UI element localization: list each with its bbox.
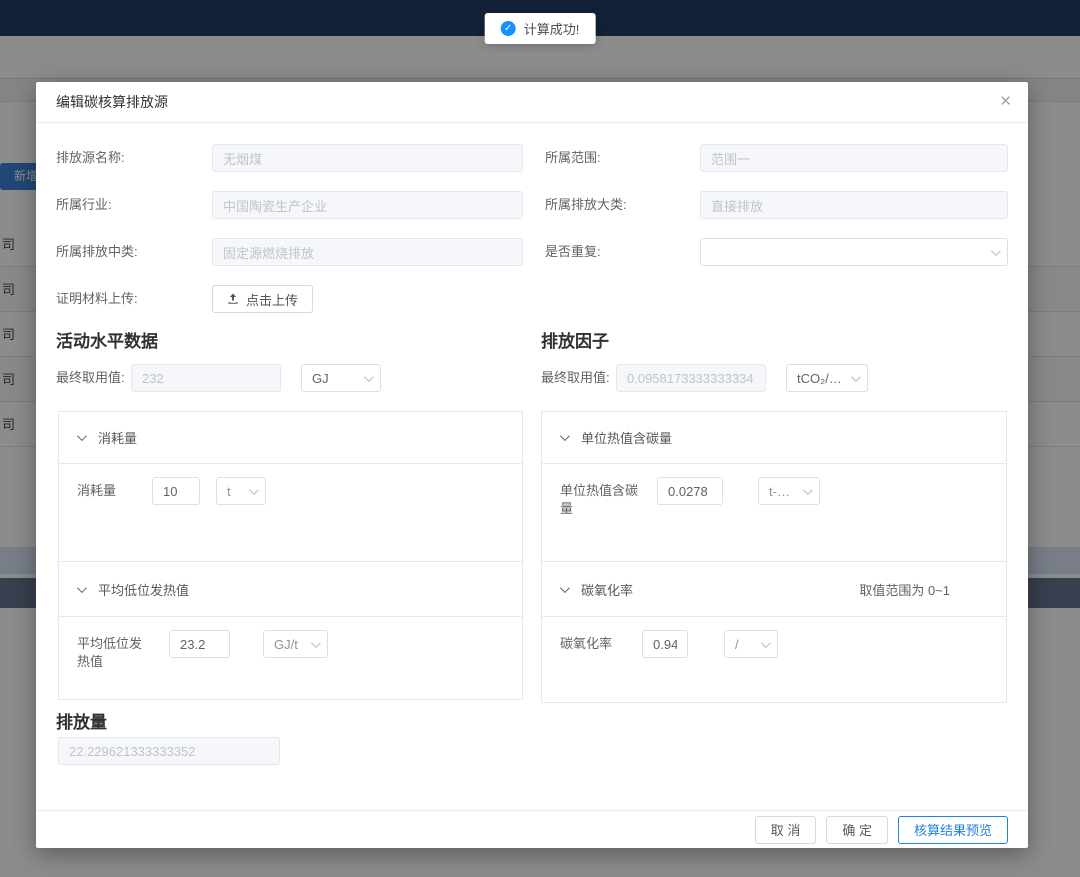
activity-final-unit: GJ	[312, 371, 329, 386]
confirm-button[interactable]: 确 定	[826, 816, 888, 844]
oxidation-rate-input[interactable]	[642, 630, 688, 658]
industry-input	[212, 191, 523, 219]
check-circle-icon: ✓	[501, 21, 516, 36]
consumption-row-label: 消耗量	[77, 477, 147, 500]
upload-label: 证明材料上传:	[56, 285, 138, 313]
chevron-down-icon	[560, 431, 570, 441]
panel-title: 碳氧化率	[581, 580, 633, 599]
major-category-input	[700, 191, 1008, 219]
heating-value-unit-select[interactable]: GJ/t	[263, 630, 328, 658]
panel-header-oxidation-rate[interactable]: 碳氧化率 取值范围为 0~1	[542, 562, 1006, 617]
carbon-content-unit-select[interactable]: t-C/...	[758, 477, 820, 505]
heating-value-unit: GJ/t	[274, 637, 298, 652]
scope-input	[700, 144, 1008, 172]
panel-header-carbon-content[interactable]: 单位热值含碳量	[542, 412, 1006, 464]
factor-collapse: 单位热值含碳量 单位热值含碳量 t-C/... 碳氧化率 取值范围为 0~1 碳…	[541, 411, 1007, 703]
toast-message: 计算成功!	[524, 19, 580, 38]
panel-title: 平均低位发热值	[98, 580, 189, 599]
panel-content-heating-value: 平均低位发热值 GJ/t	[59, 617, 522, 701]
factor-final-unit: tCO₂/GJ	[797, 371, 845, 386]
chevron-down-icon	[77, 583, 87, 593]
header-divider	[36, 122, 1028, 123]
is-duplicate-select[interactable]	[700, 238, 1008, 266]
emission-section-title: 排放量	[56, 708, 107, 733]
close-icon[interactable]: ✕	[999, 82, 1012, 122]
mid-category-input	[212, 238, 523, 266]
heating-value-row-label: 平均低位发热值	[77, 630, 147, 671]
consumption-input[interactable]	[152, 477, 200, 505]
industry-label: 所属行业:	[56, 191, 112, 219]
is-duplicate-label: 是否重复:	[545, 238, 601, 266]
chevron-down-icon	[311, 638, 321, 648]
success-toast: ✓ 计算成功!	[485, 13, 596, 44]
factor-section-title: 排放因子	[541, 327, 609, 352]
source-name-label: 排放源名称:	[56, 144, 125, 172]
emission-result-input	[58, 737, 280, 765]
activity-final-unit-select[interactable]: GJ	[301, 364, 381, 392]
chevron-down-icon	[803, 485, 813, 495]
dialog-title: 编辑碳核算排放源	[56, 82, 168, 122]
factor-final-unit-select[interactable]: tCO₂/GJ	[786, 364, 868, 392]
major-category-label: 所属排放大类:	[545, 191, 627, 219]
upload-button[interactable]: 点击上传	[212, 285, 313, 313]
upload-button-label: 点击上传	[246, 290, 298, 309]
activity-section-title: 活动水平数据	[56, 327, 158, 352]
consumption-unit: t	[227, 484, 231, 499]
edit-emission-source-dialog: 编辑碳核算排放源 ✕ 排放源名称: 所属范围: 所属行业: 所属排放大类: 所属…	[36, 82, 1028, 848]
result-preview-button[interactable]: 核算结果预览	[898, 816, 1008, 844]
chevron-down-icon	[364, 372, 374, 382]
heating-value-input[interactable]	[169, 630, 230, 658]
cancel-button[interactable]: 取 消	[755, 816, 817, 844]
chevron-down-icon	[851, 372, 861, 382]
panel-header-heating-value[interactable]: 平均低位发热值	[59, 562, 522, 617]
oxidation-rate-unit-select[interactable]: /	[724, 630, 778, 658]
chevron-down-icon	[761, 638, 771, 648]
panel-content-oxidation-rate: 碳氧化率 /	[542, 617, 1006, 704]
consumption-unit-select[interactable]: t	[216, 477, 266, 505]
carbon-content-input[interactable]	[657, 477, 723, 505]
chevron-down-icon	[560, 583, 570, 593]
chevron-down-icon	[249, 485, 259, 495]
panel-header-consumption[interactable]: 消耗量	[59, 412, 522, 464]
factor-final-label: 最终取用值:	[541, 364, 610, 392]
panel-title: 消耗量	[98, 428, 137, 447]
mid-category-label: 所属排放中类:	[56, 238, 138, 266]
panel-content-carbon-content: 单位热值含碳量 t-C/...	[542, 464, 1006, 562]
dialog-footer: 取 消 确 定 核算结果预览	[36, 810, 1028, 848]
carbon-content-unit: t-C/...	[769, 484, 797, 499]
scope-label: 所属范围:	[545, 144, 601, 172]
source-name-input	[212, 144, 523, 172]
carbon-content-row-label: 单位热值含碳量	[560, 477, 642, 518]
panel-title: 单位热值含碳量	[581, 428, 672, 447]
panel-content-consumption: 消耗量 t	[59, 464, 522, 562]
upload-icon	[227, 293, 239, 305]
oxidation-rate-unit: /	[735, 637, 739, 652]
chevron-down-icon	[77, 431, 87, 441]
factor-final-input	[616, 364, 766, 392]
oxidation-rate-row-label: 碳氧化率	[560, 630, 642, 653]
activity-final-label: 最终取用值:	[56, 364, 125, 392]
chevron-down-icon	[991, 246, 1001, 256]
activity-collapse: 消耗量 消耗量 t 平均低位发热值 平均低位发热值 GJ/t	[58, 411, 523, 700]
activity-final-input	[131, 364, 281, 392]
oxidation-rate-hint: 取值范围为 0~1	[859, 580, 988, 599]
